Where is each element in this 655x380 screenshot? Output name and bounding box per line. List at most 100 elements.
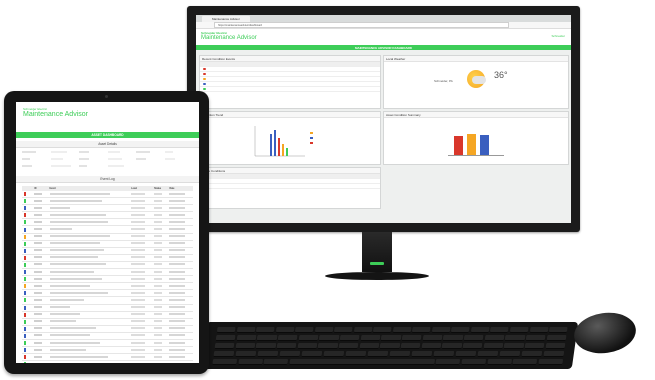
table-row[interactable] <box>22 211 193 220</box>
table-cell <box>22 197 33 206</box>
table-cell <box>167 296 193 305</box>
table-cell <box>32 289 48 298</box>
table-cell <box>129 339 153 348</box>
trend-panel-title: Condition Trend <box>200 112 380 118</box>
table-cell <box>167 218 193 227</box>
desktop-screen: Maintenance Advisor https://maintenancea… <box>196 15 571 223</box>
table-row[interactable] <box>22 282 193 291</box>
table-cell <box>167 332 193 340</box>
table-row[interactable] <box>22 325 193 333</box>
asset-info-section-title: Asset Details <box>16 141 199 148</box>
table-cell <box>22 346 33 355</box>
table-cell <box>22 240 33 248</box>
table-cell <box>22 318 33 326</box>
table-cell <box>152 304 168 312</box>
severity-marker <box>24 227 26 232</box>
table-row[interactable] <box>22 360 193 363</box>
key-row <box>213 351 565 357</box>
table-cell <box>32 353 48 362</box>
table-cell <box>22 191 33 199</box>
table-row[interactable] <box>22 247 193 255</box>
table-cell <box>152 218 168 227</box>
table-cell <box>32 275 48 284</box>
summary-axis <box>448 155 504 156</box>
table-cell <box>129 261 153 270</box>
table-row[interactable] <box>22 254 193 262</box>
table-cell <box>47 311 130 319</box>
table-row[interactable] <box>22 296 193 305</box>
table-row[interactable] <box>22 261 193 270</box>
table-cell <box>129 233 153 241</box>
table-cell <box>22 360 33 363</box>
table-cell <box>167 275 193 284</box>
browser-tab[interactable]: Maintenance Advisor <box>202 15 250 22</box>
table-row[interactable] <box>22 339 193 348</box>
severity-marker <box>24 291 26 296</box>
table-cell <box>167 268 193 277</box>
table-row[interactable] <box>22 268 193 277</box>
table-cell <box>47 296 130 305</box>
table-row[interactable] <box>22 318 193 326</box>
event-log-table: ID Event Level Status Date <box>22 186 193 363</box>
table-row[interactable] <box>22 346 193 355</box>
table-cell <box>32 240 48 248</box>
table-cell <box>152 318 168 326</box>
weather-location: Schneider, PA <box>434 79 453 83</box>
table-row[interactable] <box>22 225 193 234</box>
table-cell <box>47 268 130 277</box>
table-cell <box>152 282 168 291</box>
table-row[interactable] <box>22 233 193 241</box>
table-row[interactable] <box>22 197 193 206</box>
table-cell <box>22 211 33 220</box>
key-row <box>214 343 566 349</box>
table-cell <box>22 204 33 213</box>
severity-dot <box>203 67 206 71</box>
table-cell <box>129 296 153 305</box>
table-cell <box>32 211 48 220</box>
table-cell <box>47 325 130 333</box>
events-panel: Recent Condition Events <box>199 55 381 109</box>
table-cell <box>47 254 130 262</box>
address-bar: https://maintenanceadvisor/dashboard <box>196 22 571 29</box>
table-row[interactable] <box>22 289 193 298</box>
alarm-row[interactable] <box>200 184 380 189</box>
table-row[interactable] <box>22 353 193 362</box>
table-row[interactable] <box>22 275 193 284</box>
summary-panel: Asset Condition Summary <box>383 111 569 165</box>
table-row[interactable] <box>22 191 193 199</box>
table-row[interactable] <box>22 218 193 227</box>
table-cell <box>32 332 48 340</box>
table-cell <box>32 339 48 348</box>
table-cell <box>22 296 33 305</box>
table-row[interactable] <box>22 304 193 312</box>
table-cell <box>129 204 153 213</box>
url-input[interactable]: https://maintenanceadvisor/dashboard <box>214 22 509 28</box>
table-cell <box>47 218 130 227</box>
table-row[interactable] <box>22 332 193 340</box>
key-row <box>215 335 567 341</box>
table-cell <box>129 311 153 319</box>
table-cell <box>47 275 130 284</box>
table-cell <box>32 191 48 199</box>
table-cell <box>129 211 153 220</box>
severity-marker <box>24 220 26 225</box>
table-cell <box>167 233 193 241</box>
table-cell <box>152 296 168 305</box>
table-row[interactable] <box>22 240 193 248</box>
tablet-camera <box>105 95 108 98</box>
table-cell <box>47 318 130 326</box>
summary-bar-blue <box>480 135 489 156</box>
severity-marker <box>24 326 26 331</box>
event-row[interactable] <box>200 87 380 92</box>
table-cell <box>167 261 193 270</box>
browser-tab-bar: Maintenance Advisor <box>196 15 571 22</box>
tablet-screen: Schneider Electric Maintenance Advisor A… <box>16 102 199 363</box>
table-row[interactable] <box>22 204 193 213</box>
computer-mouse <box>571 308 639 358</box>
severity-dot <box>203 72 206 76</box>
table-row[interactable] <box>22 311 193 319</box>
table-cell <box>32 247 48 255</box>
dashboard-band: MAINTENANCE ADVISOR DASHBOARD <box>196 45 571 50</box>
table-cell <box>167 197 193 206</box>
summary-panel-title: Asset Condition Summary <box>384 112 568 118</box>
